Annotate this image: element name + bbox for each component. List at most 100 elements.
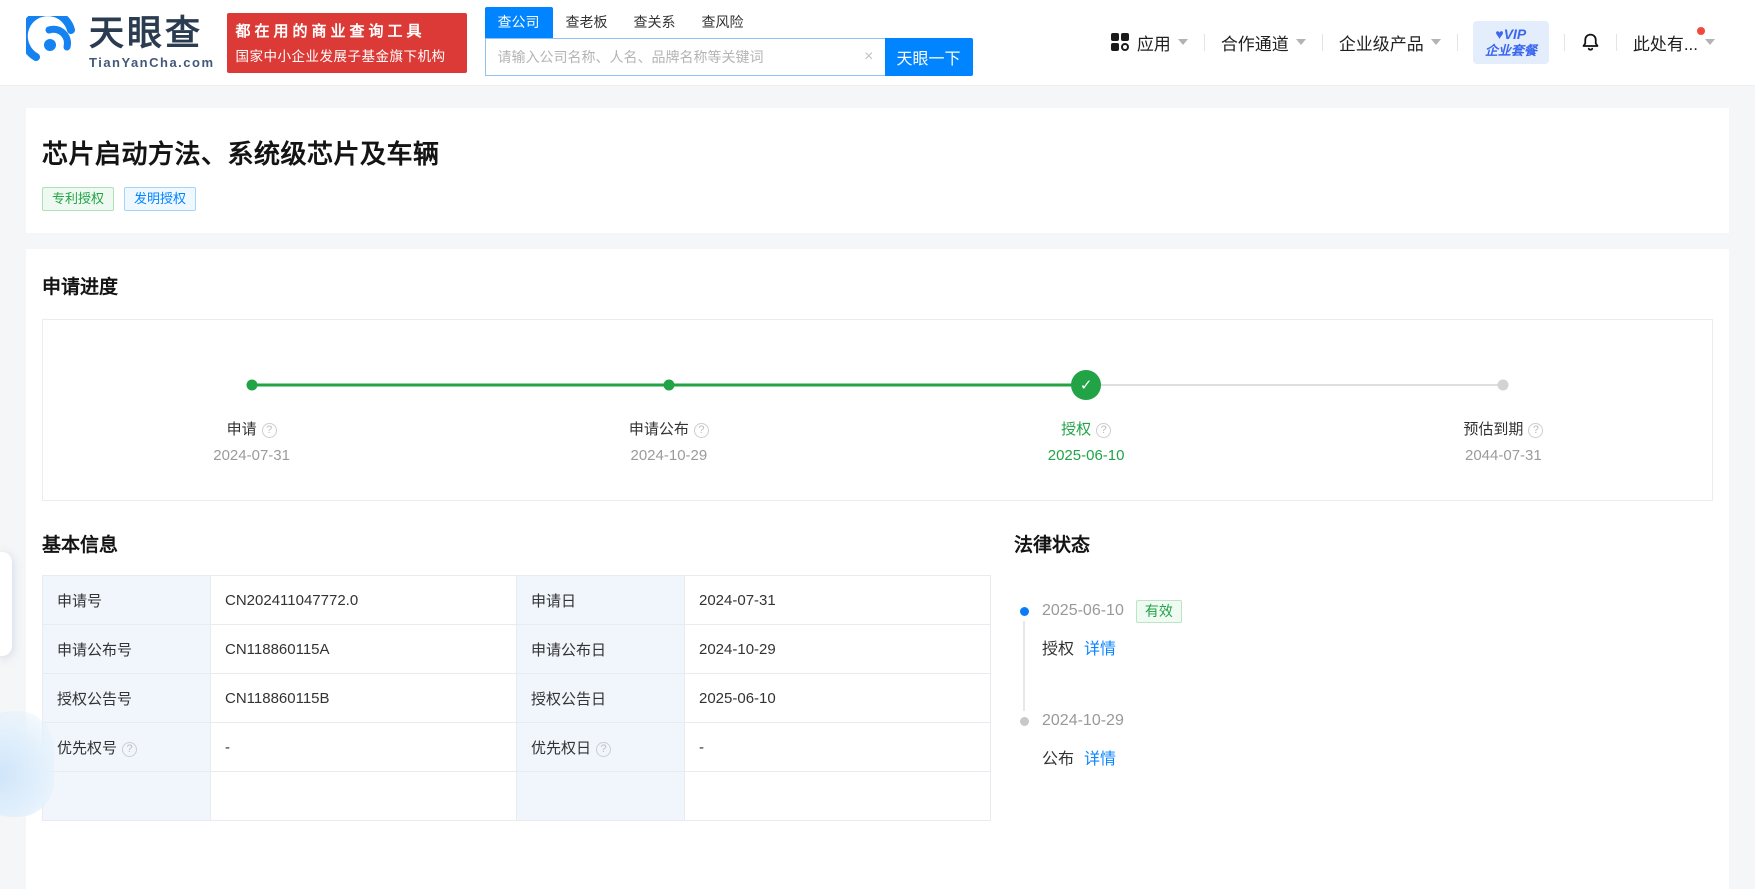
search-tab-3[interactable]: 查风险: [689, 7, 757, 38]
status-badge: 有效: [1136, 600, 1182, 623]
info-value-text: 2024-10-29: [699, 641, 776, 658]
account-menu[interactable]: 此处有...: [1617, 30, 1719, 55]
table-row: 申请公布号 CN118860115A 申请公布日 2024-10-29: [43, 625, 991, 674]
vip-package-badge[interactable]: ♥VIP 企业套餐: [1473, 21, 1549, 63]
search-tab-2[interactable]: 查关系: [621, 7, 689, 38]
clear-input-icon[interactable]: ×: [864, 49, 873, 65]
info-value-cell: -: [211, 723, 517, 772]
bell-icon: [1580, 31, 1601, 54]
nav-item-label: 企业级产品: [1339, 30, 1424, 55]
info-label-cell: 申请日: [517, 576, 685, 625]
timeline-step-dot-0: [246, 380, 257, 391]
patent-tag-1: 发明授权: [124, 187, 196, 211]
notifications-button[interactable]: [1565, 31, 1616, 54]
info-label-text: 申请公布号: [57, 642, 132, 659]
logo-brand-cn: 天眼查: [89, 16, 215, 51]
legal-date-text: 2025-06-10: [1042, 602, 1124, 620]
info-value-text: 2025-06-10: [699, 690, 776, 707]
header-nav: 应用 合作通道 企业级产品 ♥VIP 企业套餐 此处有...: [1095, 21, 1719, 63]
timeline-dot-icon: [1020, 607, 1029, 616]
step-label-text: 预估到期: [1463, 421, 1523, 438]
legal-status-row: 公布详情: [1042, 745, 1713, 765]
info-label-text: 授权公告号: [57, 691, 132, 708]
detail-link[interactable]: 详情: [1084, 641, 1116, 658]
chevron-down-icon: [1705, 39, 1715, 45]
step-label-text: 申请: [227, 421, 257, 438]
search-button[interactable]: 天眼一下: [885, 38, 973, 76]
search-tab-0[interactable]: 查公司: [485, 7, 553, 38]
step-label-text: 申请公布: [629, 421, 689, 438]
table-row: 申请号 CN202411047772.0 申请日 2024-07-31: [43, 576, 991, 625]
corner-widget-glow: [0, 711, 54, 817]
legal-status-row: 授权详情: [1042, 635, 1713, 655]
patent-detail-card: 申请进度 ✓ 申请?申请公布?授权?预估到期? 2024-07-312024-1…: [26, 249, 1729, 889]
info-label-cell: 授权公告日: [517, 674, 685, 723]
info-cell: [517, 772, 685, 821]
info-value-text: 2024-07-31: [699, 592, 776, 609]
help-icon[interactable]: ?: [262, 423, 277, 438]
timeline-step-date-1: 2024-10-29: [460, 447, 877, 464]
basic-info-table: 申请号 CN202411047772.0 申请日 2024-07-31 申请公布号 CN1…: [42, 575, 991, 821]
help-icon[interactable]: ?: [596, 742, 611, 757]
step-date-text: 2024-07-31: [213, 447, 290, 464]
vip-sublabel: 企业套餐: [1485, 43, 1537, 59]
tianyancha-logo[interactable]: 天眼查 TianYanCha.com: [26, 16, 215, 70]
step-date-text: 2024-10-29: [631, 447, 708, 464]
timeline-step-label-1: 申请公布?: [460, 418, 877, 439]
info-value-cell: 2025-06-10: [685, 674, 991, 723]
legal-status-section-title: 法律状态: [1014, 535, 1713, 557]
detail-link[interactable]: 详情: [1084, 751, 1116, 768]
notification-red-dot: [1697, 27, 1705, 35]
patent-title: 芯片启动方法、系统级芯片及车辆: [42, 134, 1713, 171]
help-icon[interactable]: ?: [122, 742, 137, 757]
search-tab-1[interactable]: 查老板: [553, 7, 621, 38]
search-input[interactable]: [485, 38, 885, 76]
timeline-step-date-3: 2044-07-31: [1295, 447, 1712, 464]
table-row: 授权公告号 CN118860115B 授权公告日 2025-06-10: [43, 674, 991, 723]
timeline-step-dot-3: [1498, 380, 1509, 391]
patent-tag-row: 专利授权发明授权: [42, 187, 1713, 211]
legal-status-item-1: 2024-10-29 公布详情: [1014, 711, 1713, 765]
info-value-cell: CN118860115B: [211, 674, 517, 723]
info-label-text: 申请日: [531, 593, 576, 610]
info-value-text: CN118860115A: [225, 641, 330, 658]
info-label-cell: 申请公布日: [517, 625, 685, 674]
info-label-cell: 优先权日?: [517, 723, 685, 772]
nav-item-label: 合作通道: [1221, 30, 1289, 55]
info-label-cell: 申请号: [43, 576, 211, 625]
timeline-step-date-0: 2024-07-31: [43, 447, 460, 464]
chevron-down-icon: [1296, 39, 1306, 45]
info-value-cell: -: [685, 723, 991, 772]
nav-item-label: 应用: [1137, 30, 1171, 55]
info-label-text: 授权公告日: [531, 691, 606, 708]
step-date-text: 2025-06-10: [1048, 447, 1125, 464]
info-value-text: -: [225, 739, 230, 756]
help-icon[interactable]: ?: [1528, 423, 1543, 438]
info-value-cell: CN202411047772.0: [211, 576, 517, 625]
nav-item-2[interactable]: 企业级产品: [1323, 30, 1457, 55]
timeline-dot-icon: [1020, 717, 1029, 726]
chevron-down-icon: [1431, 39, 1441, 45]
info-label-text: 优先权号: [57, 740, 117, 757]
info-label-text: 申请公布日: [531, 642, 606, 659]
search-block: 查公司查老板查关系查风险 × 天眼一下: [485, 9, 973, 76]
account-label: 此处有...: [1633, 30, 1698, 55]
info-value-text: CN202411047772.0: [225, 592, 358, 609]
help-icon[interactable]: ?: [694, 423, 709, 438]
help-icon[interactable]: ?: [1096, 423, 1111, 438]
nav-item-0[interactable]: 应用: [1095, 30, 1204, 55]
timeline-step-label-2: 授权?: [878, 418, 1295, 439]
info-label-cell: 优先权号?: [43, 723, 211, 772]
legal-status-section: 法律状态 2025-06-10 有效授权详情 2024-10-29 公布详情: [1014, 535, 1713, 821]
timeline-step-label-3: 预估到期?: [1295, 418, 1712, 439]
timeline-step-dot-2: ✓: [1071, 370, 1101, 400]
legal-date-row: 2024-10-29: [1042, 711, 1713, 731]
basic-info-section: 基本信息 申请号CN202411047772.0申请日2024-07-31申请公…: [42, 535, 990, 821]
search-tabs: 查公司查老板查关系查风险: [485, 9, 973, 38]
timeline-line-future: [1086, 384, 1503, 386]
patent-tag-0: 专利授权: [42, 187, 114, 211]
side-float-handle[interactable]: [0, 552, 12, 656]
legal-date-row: 2025-06-10 有效: [1042, 601, 1713, 621]
nav-item-1[interactable]: 合作通道: [1205, 30, 1322, 55]
table-row-partial: [43, 772, 991, 821]
